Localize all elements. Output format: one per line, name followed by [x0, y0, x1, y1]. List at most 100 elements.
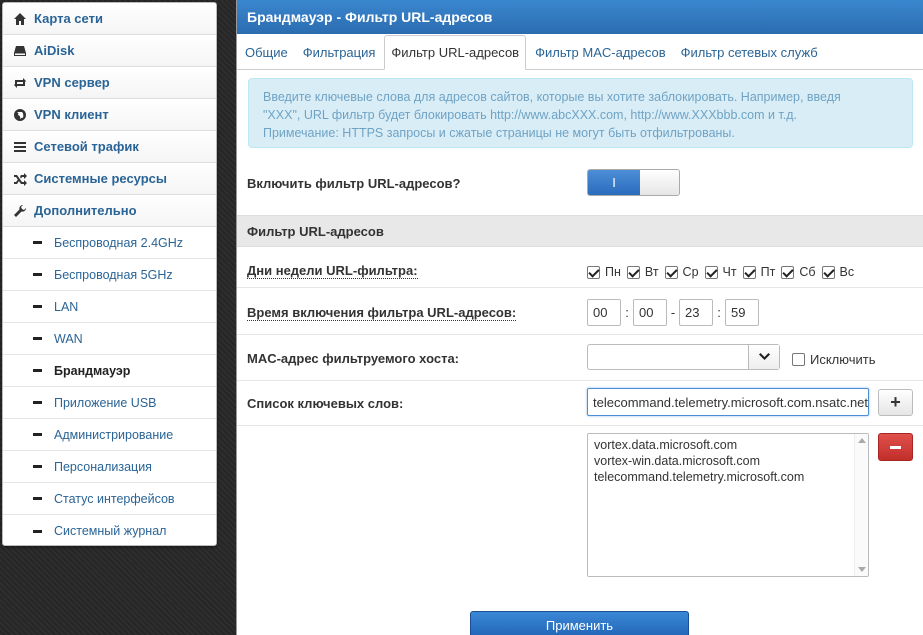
day-checkbox[interactable]: [781, 265, 795, 279]
scroll-up-icon[interactable]: [858, 438, 866, 443]
day-label: Чт: [722, 265, 737, 279]
sidebar-item-label: LAN: [54, 299, 79, 314]
sidebar-item-usb-app[interactable]: Приложение USB: [3, 387, 216, 419]
sidebar-item-personalization[interactable]: Персонализация: [3, 451, 216, 483]
sidebar-item-label: Системный журнал: [54, 524, 167, 538]
tab-bar: Общие Фильтрация Фильтр URL-адресов Филь…: [237, 34, 923, 70]
end-minute-input[interactable]: 59: [725, 299, 759, 326]
sidebar-item-system-log[interactable]: Системный журнал: [3, 515, 216, 545]
apply-button[interactable]: Применить: [470, 611, 689, 635]
add-keyword-button[interactable]: +: [878, 389, 913, 416]
mac-select[interactable]: [587, 344, 780, 370]
day-checkbox[interactable]: [821, 265, 835, 279]
dash-icon: [33, 433, 42, 436]
day-checkbox[interactable]: [587, 265, 600, 279]
days-label: Дни недели URL-фильтра:: [247, 263, 418, 279]
day-label: Пт: [760, 265, 776, 279]
sidebar-item-wireless-24[interactable]: Беспроводная 2.4GHz: [3, 227, 216, 259]
scroll-down-icon[interactable]: [858, 567, 866, 572]
days-group: Пн Вт Ср Чт Пт Сб Вс: [587, 265, 860, 279]
toggle-on-label: I: [588, 170, 640, 195]
sidebar-item-label: Беспроводная 5GHz: [54, 267, 173, 282]
start-hour-input[interactable]: 00: [587, 299, 621, 326]
day-checkbox[interactable]: [704, 265, 718, 279]
start-minute-input[interactable]: 00: [633, 299, 667, 326]
list-item[interactable]: vortex.data.microsoft.com: [594, 437, 862, 453]
nav-system-resources[interactable]: Системные ресурсы: [3, 163, 216, 195]
day-label: Сб: [799, 265, 816, 279]
list-item[interactable]: vortex-win.data.microsoft.com: [594, 453, 862, 469]
day-checkbox[interactable]: [742, 265, 756, 279]
dash-icon: [33, 529, 42, 533]
mac-label: MAC-адрес фильтруемого хоста:: [247, 351, 459, 366]
day-mon[interactable]: Пн: [587, 265, 621, 279]
exclude-checkbox[interactable]: [792, 353, 805, 366]
sidebar-item-firewall[interactable]: Брандмауэр: [3, 355, 216, 387]
sidebar-item-label: Персонализация: [54, 459, 152, 474]
time-row: Время включения фильтра URL-адресов: 00 …: [237, 289, 923, 335]
keyword-list-scrollbar[interactable]: [854, 434, 868, 576]
sidebar-item-interface-status[interactable]: Статус интерфейсов: [3, 483, 216, 515]
time-colon: :: [717, 305, 721, 320]
nav-advanced[interactable]: Дополнительно: [3, 195, 216, 227]
sidebar-item-label: Статус интерфейсов: [54, 491, 175, 506]
keyword-input[interactable]: telecommand.telemetry.microsoft.com.nsat…: [587, 388, 869, 416]
nav-vpn-client[interactable]: VPN клиент: [3, 99, 216, 131]
nav-label: Сетевой трафик: [34, 139, 139, 154]
sidebar-item-wan[interactable]: WAN: [3, 323, 216, 355]
home-icon: [13, 12, 27, 26]
exclude-option[interactable]: Исключить: [792, 352, 876, 367]
day-fri[interactable]: Пт: [742, 265, 776, 279]
sidebar-item-label: Беспроводная 2.4GHz: [54, 235, 184, 250]
dash-icon: [33, 273, 42, 276]
day-label: Вт: [644, 265, 659, 279]
sidebar: Карта сети AiDisk VPN сервер VPN клиент …: [2, 2, 217, 546]
keyword-list[interactable]: vortex.data.microsoft.com vortex-win.dat…: [587, 433, 869, 577]
list-icon: [13, 140, 27, 154]
dash-icon: [33, 241, 42, 244]
info-note: Введите ключевые слова для адресов сайто…: [248, 78, 913, 148]
sidebar-item-label: Администрирование: [54, 427, 174, 442]
nav-traffic[interactable]: Сетевой трафик: [3, 131, 216, 163]
keywords-list-row: vortex.data.microsoft.com vortex-win.dat…: [237, 427, 923, 597]
tab-general[interactable]: Общие: [239, 35, 294, 69]
time-dash: -: [670, 305, 676, 320]
chevron-down-icon: [758, 353, 770, 360]
tab-service-filter[interactable]: Фильтр сетевых служб: [675, 35, 824, 69]
tab-mac-filter[interactable]: Фильтр MAC-адресов: [529, 35, 672, 69]
mac-row: MAC-адрес фильтруемого хоста: Исключить: [237, 336, 923, 381]
day-checkbox[interactable]: [664, 265, 678, 279]
dash-icon: [33, 465, 42, 468]
sidebar-item-wireless-5[interactable]: Беспроводная 5GHz: [3, 259, 216, 291]
hdd-icon: [13, 44, 27, 58]
day-sun[interactable]: Вс: [821, 265, 854, 279]
dash-icon: [33, 369, 42, 372]
nav-label: Карта сети: [34, 11, 103, 26]
day-thu[interactable]: Чт: [704, 265, 737, 279]
mac-select-value: [588, 345, 748, 369]
dash-icon: [33, 305, 42, 308]
info-line-1: Введите ключевые слова для адресов сайто…: [263, 90, 841, 104]
day-wed[interactable]: Ср: [664, 265, 699, 279]
day-tue[interactable]: Вт: [626, 265, 659, 279]
nav-vpn-server[interactable]: VPN сервер: [3, 67, 216, 99]
day-checkbox[interactable]: [626, 265, 640, 279]
end-hour-input[interactable]: 23: [679, 299, 713, 326]
list-item[interactable]: telecommand.telemetry.microsoft.com: [594, 469, 862, 485]
nav-label: Дополнительно: [34, 203, 137, 218]
tab-filtering[interactable]: Фильтрация: [297, 35, 382, 69]
sidebar-item-lan[interactable]: LAN: [3, 291, 216, 323]
nav-network-map[interactable]: Карта сети: [3, 3, 216, 35]
mac-dropdown-button[interactable]: [748, 345, 779, 369]
remove-keyword-button[interactable]: [878, 433, 913, 461]
day-label: Ср: [682, 265, 699, 279]
info-line-2: "XXX", URL фильтр будет блокировать http…: [263, 108, 797, 122]
minus-icon: [890, 445, 901, 449]
toggle-knob: [640, 170, 679, 195]
enable-toggle[interactable]: I: [587, 169, 680, 196]
day-sat[interactable]: Сб: [781, 265, 816, 279]
sidebar-item-administration[interactable]: Администрирование: [3, 419, 216, 451]
enable-label: Включить фильтр URL-адресов?: [247, 176, 461, 191]
nav-aidisk[interactable]: AiDisk: [3, 35, 216, 67]
tab-url-filter[interactable]: Фильтр URL-адресов: [384, 35, 527, 70]
